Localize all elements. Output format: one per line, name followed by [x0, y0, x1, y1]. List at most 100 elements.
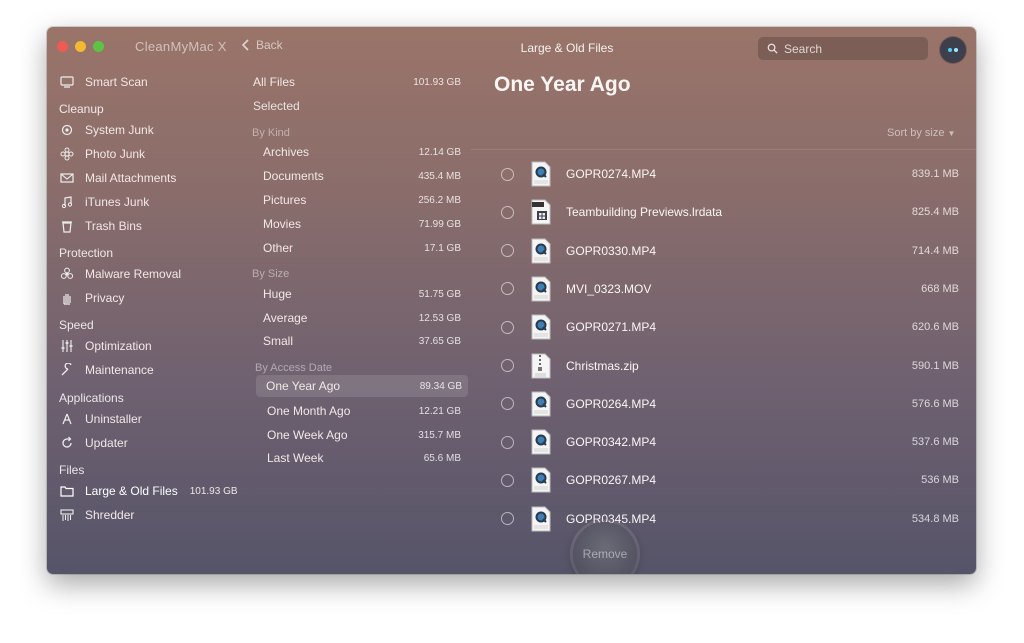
filter-pictures[interactable]: Pictures 256.2 MB — [253, 189, 467, 211]
envelope-icon — [59, 170, 75, 186]
filter-last-week[interactable]: Last Week 65.6 MB — [253, 447, 467, 469]
back-button[interactable]: Back — [241, 38, 283, 52]
sidebar-item-uninstaller[interactable]: Uninstaller — [59, 409, 142, 429]
uninstaller-icon — [59, 411, 75, 427]
filter-huge[interactable]: Huge 51.75 GB — [253, 283, 467, 305]
file-size: 825.4 MB — [911, 206, 959, 219]
sidebar-item-photo-junk[interactable]: Photo Junk — [59, 144, 145, 164]
flower-icon — [59, 146, 75, 162]
search-box[interactable] — [758, 37, 928, 60]
filter-header-by-kind: By Kind — [252, 127, 290, 139]
filter-average[interactable]: Average 12.53 GB — [253, 307, 467, 329]
filter-documents[interactable]: Documents 435.4 MB — [253, 165, 467, 187]
caret-down-icon: ▼ — [947, 129, 956, 138]
shredder-icon — [59, 507, 75, 523]
file-select-checkbox[interactable] — [501, 473, 514, 487]
sidebar-item-smart-scan[interactable]: Smart Scan — [59, 72, 148, 92]
sidebar-item-maintenance[interactable]: Maintenance — [59, 360, 154, 380]
music-note-icon — [59, 194, 75, 210]
filter-movies[interactable]: Movies 71.99 GB — [253, 213, 467, 235]
sidebar-item-system-junk[interactable]: System Junk — [59, 120, 154, 140]
close-window-button[interactable] — [57, 41, 68, 52]
file-name: GOPR0330.MP4 — [566, 243, 657, 258]
file-select-checkbox[interactable] — [501, 282, 514, 296]
sidebar-header-cleanup: Cleanup — [59, 102, 104, 116]
page-title: One Year Ago — [494, 73, 631, 96]
file-select-checkbox[interactable] — [501, 320, 514, 334]
file-row[interactable]: GOPR0330.MP4 714.4 MB — [495, 232, 959, 270]
filter-one-year-ago[interactable]: One Year Ago 89.34 GB — [256, 375, 468, 397]
update-arrow-icon — [59, 435, 75, 451]
filter-small[interactable]: Small 37.65 GB — [253, 330, 467, 352]
file-row[interactable]: Teambuilding Previews.lrdata 825.4 MB — [495, 193, 959, 231]
sidebar-item-shredder[interactable]: Shredder — [59, 505, 134, 525]
hand-icon — [59, 290, 75, 306]
video-file-icon — [530, 314, 552, 340]
file-name: GOPR0264.MP4 — [566, 396, 657, 411]
filter-selected[interactable]: Selected — [253, 95, 467, 117]
zoom-window-button[interactable] — [93, 41, 104, 52]
sliders-icon — [59, 338, 75, 354]
app-window: CleanMyMac X Back Large & Old Files Smar… — [47, 27, 976, 574]
file-size: 620.6 MB — [911, 321, 959, 334]
file-select-checkbox[interactable] — [501, 435, 514, 449]
search-input[interactable] — [784, 41, 914, 56]
sidebar-item-optimization[interactable]: Optimization — [59, 336, 152, 356]
file-select-checkbox[interactable] — [501, 244, 514, 258]
file-name: GOPR0274.MP4 — [566, 167, 657, 181]
sidebar-item-large-old-files[interactable]: Large & Old Files 101.93 GB — [59, 481, 238, 501]
file-select-checkbox[interactable] — [501, 205, 514, 219]
file-size: 537.6 MB — [911, 436, 959, 449]
file-select-checkbox[interactable] — [501, 512, 514, 526]
file-select-checkbox[interactable] — [501, 397, 514, 411]
assistant-icon[interactable] — [940, 37, 966, 63]
sidebar-header-applications: Applications — [59, 391, 124, 405]
sidebar-header-files: Files — [59, 463, 85, 477]
file-row[interactable]: MVI_0323.MOV 668 MB — [495, 270, 959, 308]
filter-one-month-ago[interactable]: One Month Ago 12.21 GB — [253, 400, 467, 422]
sidebar-header-speed: Speed — [59, 318, 94, 332]
file-name: Teambuilding Previews.lrdata — [566, 205, 723, 220]
section-title: Large & Old Files — [520, 41, 614, 55]
sidebar-item-itunes-junk[interactable]: iTunes Junk — [59, 192, 149, 212]
file-size: 590.1 MB — [911, 359, 959, 372]
sidebar-item-malware-removal[interactable]: Malware Removal — [59, 264, 181, 284]
video-file-icon — [530, 391, 552, 417]
chevron-left-icon — [241, 39, 249, 51]
filter-other[interactable]: Other 17.1 GB — [253, 237, 467, 259]
sidebar-item-mail-attachments[interactable]: Mail Attachments — [59, 168, 176, 188]
file-row[interactable]: GOPR0342.MP4 537.6 MB — [495, 423, 959, 461]
file-name: GOPR0267.MP4 — [566, 473, 657, 488]
back-label: Back — [256, 38, 283, 52]
data-file-icon — [530, 199, 552, 225]
video-file-icon — [530, 429, 552, 455]
file-size: 576.6 MB — [911, 397, 959, 410]
video-file-icon — [530, 161, 552, 187]
wrench-icon — [59, 362, 75, 378]
video-file-icon — [530, 238, 552, 264]
file-select-checkbox[interactable] — [501, 359, 514, 372]
file-size: 839.1 MB — [911, 168, 959, 180]
filter-archives[interactable]: Archives 12.14 GB — [253, 141, 467, 163]
file-select-checkbox[interactable] — [501, 167, 514, 181]
sidebar-item-trash-bins[interactable]: Trash Bins — [59, 216, 142, 236]
file-row[interactable]: GOPR0271.MP4 620.6 MB — [495, 308, 959, 346]
file-row[interactable]: GOPR0345.MP4 534.8 MB — [495, 500, 959, 538]
file-row[interactable]: Christmas.zip 590.1 MB — [495, 347, 959, 385]
minimize-window-button[interactable] — [75, 41, 86, 52]
file-row[interactable]: GOPR0267.MP4 536 MB — [495, 461, 959, 499]
gear-icon — [59, 122, 75, 138]
file-name: MVI_0323.MOV — [566, 281, 652, 296]
filter-header-by-size: By Size — [252, 268, 290, 280]
file-row[interactable]: GOPR0274.MP4 839.1 MB — [495, 155, 959, 193]
filter-all-files[interactable]: All Files 101.93 GB — [253, 71, 467, 93]
sidebar-item-updater[interactable]: Updater — [59, 433, 128, 453]
file-name: GOPR0271.MP4 — [566, 320, 657, 335]
sort-dropdown[interactable]: Sort by size ▼ — [887, 127, 955, 139]
filter-header-by-access-date: By Access Date — [255, 362, 333, 374]
file-name: GOPR0342.MP4 — [566, 435, 657, 450]
sidebar-item-privacy[interactable]: Privacy — [59, 288, 124, 308]
file-size: 714.4 MB — [911, 244, 959, 257]
filter-one-week-ago[interactable]: One Week Ago 315.7 MB — [253, 424, 467, 446]
file-row[interactable]: GOPR0264.MP4 576.6 MB — [495, 385, 959, 423]
